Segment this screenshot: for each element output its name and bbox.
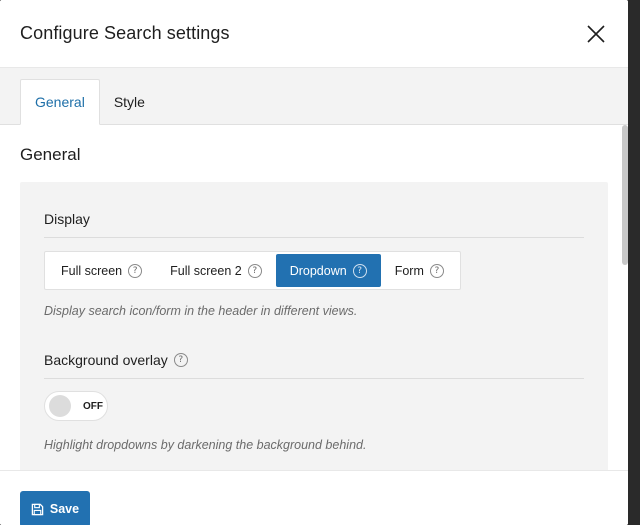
tab-general[interactable]: General bbox=[20, 79, 100, 125]
option-label: Form bbox=[394, 263, 424, 278]
help-icon[interactable]: ? bbox=[429, 263, 444, 278]
settings-modal: Configure Search settings General Style … bbox=[0, 0, 628, 525]
display-option-group: Full screen ? Full screen 2 ? Dropdown ?… bbox=[44, 251, 461, 290]
save-icon bbox=[31, 503, 44, 515]
close-button[interactable] bbox=[584, 22, 608, 46]
tab-style[interactable]: Style bbox=[100, 79, 159, 125]
option-label: Dropdown bbox=[289, 263, 347, 278]
save-label: Save bbox=[49, 502, 80, 516]
save-button[interactable]: Save bbox=[20, 491, 90, 525]
section-title: General bbox=[20, 145, 81, 164]
overlay-hint: Highlight dropdowns by darkening the bac… bbox=[44, 438, 367, 452]
help-icon[interactable]: ? bbox=[352, 263, 367, 278]
display-option-full-screen-2[interactable]: Full screen 2 ? bbox=[156, 254, 276, 287]
display-field-row: Display bbox=[44, 211, 584, 238]
close-icon bbox=[587, 24, 605, 43]
scrollbar[interactable] bbox=[622, 125, 628, 265]
tab-bar: General Style bbox=[0, 68, 628, 125]
option-label: Full screen 2 bbox=[170, 263, 242, 278]
background-overlay-toggle[interactable]: OFF bbox=[44, 391, 108, 421]
display-label: Display bbox=[44, 211, 90, 227]
option-label: Full screen bbox=[61, 263, 123, 278]
modal-footer: Save bbox=[0, 470, 628, 525]
overlay-label: Background overlay ? bbox=[44, 352, 584, 368]
help-icon[interactable]: ? bbox=[128, 263, 143, 278]
display-option-form[interactable]: Form ? bbox=[381, 254, 458, 287]
modal-header: Configure Search settings bbox=[0, 0, 628, 68]
backdrop bbox=[628, 0, 640, 525]
modal-title: Configure Search settings bbox=[20, 23, 230, 43]
display-option-dropdown[interactable]: Dropdown ? bbox=[275, 254, 381, 287]
toggle-knob bbox=[49, 395, 71, 417]
overlay-field-row: Background overlay ? bbox=[44, 352, 584, 379]
settings-content: General Display Full screen ? Full scree… bbox=[0, 125, 628, 470]
help-icon[interactable]: ? bbox=[247, 263, 262, 278]
display-hint: Display search icon/form in the header i… bbox=[44, 304, 358, 318]
settings-panel: Display Full screen ? Full screen 2 ? Dr… bbox=[20, 182, 608, 470]
overlay-label-text: Background overlay bbox=[44, 352, 168, 368]
display-option-full-screen[interactable]: Full screen ? bbox=[47, 254, 156, 287]
help-icon[interactable]: ? bbox=[173, 353, 188, 367]
toggle-state-text: OFF bbox=[83, 400, 103, 412]
